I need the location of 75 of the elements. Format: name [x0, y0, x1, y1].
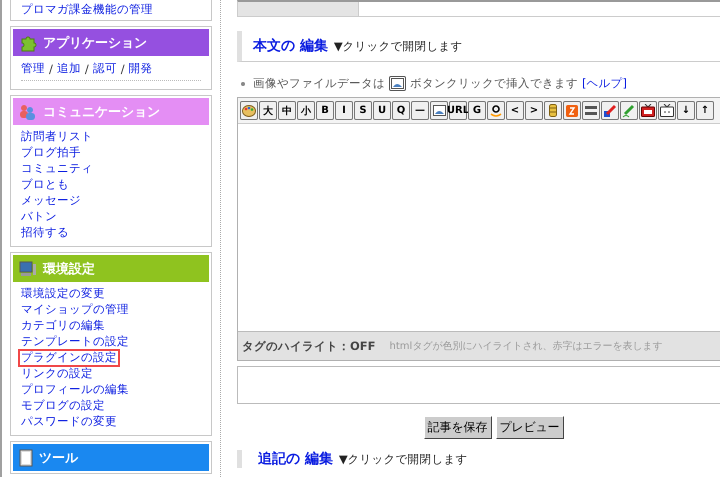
separator: / — [49, 61, 53, 77]
toolbar-button[interactable]: G — [468, 101, 486, 120]
sidebar-link[interactable]: プロフィールの編集 — [21, 382, 129, 398]
sidebar-link[interactable]: モブログの設定 — [21, 398, 105, 414]
highlight-hint: htmlタグが色別にハイライトされ、赤字はエラーを表します — [390, 340, 662, 353]
toolbar-button[interactable]: Q — [392, 101, 410, 120]
form-button[interactable]: プレビュー — [496, 416, 564, 439]
info-text: 画像やファイルデータは — [253, 76, 385, 91]
people-icon — [19, 102, 37, 120]
toolbar-button[interactable]: 大 — [259, 101, 277, 120]
toolbar-button[interactable]: U — [373, 101, 391, 120]
help-link[interactable]: [ヘルプ] — [582, 76, 627, 91]
computer-icon — [19, 260, 37, 276]
sidebar-link[interactable]: カテゴリの編集 — [21, 318, 105, 334]
section-title[interactable]: 追記の 編集 — [258, 450, 333, 468]
sidebar-link[interactable]: メッセージ — [21, 193, 81, 209]
toolbar-button[interactable] — [582, 101, 600, 120]
info-text: ボタンクリックで挿入できます — [410, 76, 578, 91]
toolbar-button[interactable]: — — [411, 101, 429, 120]
letter-tile-icon — [566, 104, 578, 116]
toolbar-button[interactable]: B — [316, 101, 334, 120]
section-title[interactable]: 本文の 編集 — [253, 37, 328, 55]
window-icon — [19, 448, 33, 466]
pencil-chart-icon — [603, 104, 617, 118]
equals-icon — [585, 106, 597, 115]
separator: / — [120, 61, 125, 77]
sidebar-link[interactable]: 管理 — [21, 61, 45, 77]
separator: / — [84, 61, 89, 77]
toolbar-button[interactable] — [639, 101, 657, 120]
panel-title: コミュニケーション — [43, 104, 160, 120]
toolbar-button[interactable]: 小 — [297, 101, 315, 120]
sidebar-link[interactable]: コミュニティ — [21, 161, 93, 177]
panel-title: アプリケーション — [43, 34, 147, 52]
toolbar-button[interactable]: ↓ — [677, 101, 695, 120]
toolbar-button[interactable]: > — [525, 101, 543, 120]
form-button[interactable]: 記事を保存 — [424, 416, 492, 439]
toolbar-button[interactable] — [658, 101, 676, 120]
pen-icon — [622, 104, 636, 118]
toolbar-button[interactable] — [601, 101, 619, 120]
sidebar-link[interactable]: 訪問者リスト — [21, 129, 93, 145]
highlight-toggle[interactable]: タグのハイライト：OFF — [242, 338, 376, 354]
television-icon — [660, 104, 674, 117]
toolbar-button[interactable]: S — [354, 101, 372, 120]
sidebar-link[interactable]: バトン — [21, 209, 57, 225]
toolbar-button[interactable]: < — [506, 101, 524, 120]
toolbar-button[interactable] — [430, 101, 448, 120]
sidebar-link[interactable]: パスワードの変更 — [21, 414, 117, 430]
toolbar-button[interactable]: ↑ — [696, 101, 714, 120]
bullet-icon — [241, 82, 245, 86]
palette-icon — [242, 104, 256, 116]
sidebar-link[interactable]: ブログ拍手 — [21, 145, 81, 161]
sidebar-link[interactable]: テンプレートの設定 — [21, 334, 129, 350]
toolbar-button[interactable]: URL — [449, 101, 467, 120]
sidebar-link[interactable]: 追加 — [56, 61, 81, 77]
toggle-hint[interactable]: ▼クリックで開閉します — [338, 452, 468, 466]
panel-title: 環境設定 — [43, 260, 95, 278]
toolbar-button[interactable] — [487, 101, 505, 120]
sidebar-link[interactable]: プラグインの設定 — [19, 350, 119, 366]
sidebar-link[interactable]: 環境設定の変更 — [21, 286, 105, 302]
sidebar-link[interactable]: ブロとも — [21, 177, 69, 193]
coins-icon — [549, 104, 557, 117]
toolbar-button[interactable]: 中 — [278, 101, 296, 120]
sidebar-link[interactable]: リンクの設定 — [21, 366, 93, 382]
sidebar-link[interactable]: 開発 — [128, 61, 153, 77]
toggle-hint[interactable]: ▼クリックで開閉します — [334, 38, 463, 54]
sidebar-link[interactable]: マイショップの管理 — [21, 302, 129, 318]
panel-title: ツール — [39, 450, 78, 466]
image-icon — [432, 105, 446, 116]
sidebar-link[interactable]: 認可 — [92, 61, 117, 77]
heading-bar — [237, 450, 242, 468]
television-icon — [641, 104, 655, 117]
toolbar-button[interactable]: I — [335, 101, 353, 120]
puzzle-icon — [19, 34, 37, 52]
smile-arrow-icon — [489, 104, 503, 118]
sidebar-link[interactable]: 招待する — [21, 225, 69, 241]
